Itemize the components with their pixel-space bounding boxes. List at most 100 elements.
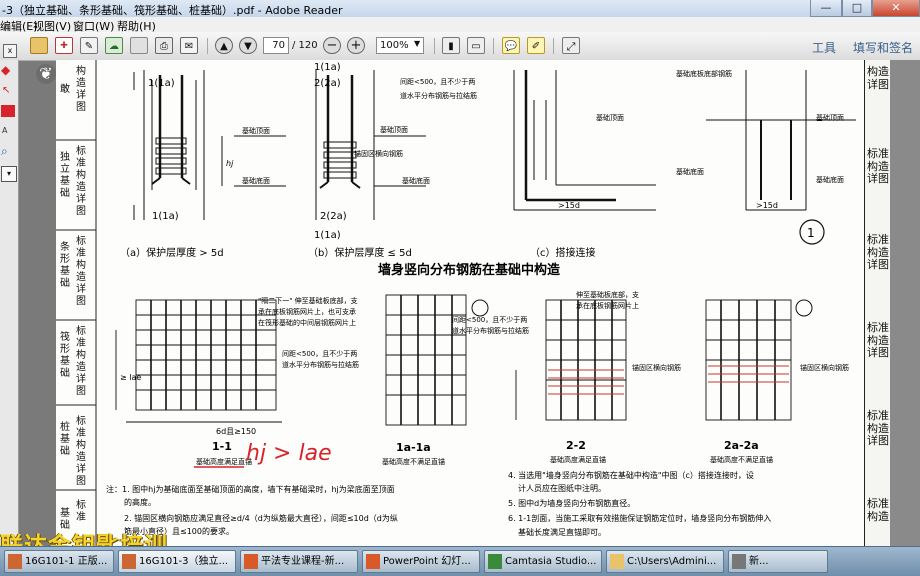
section-marker-2a xyxy=(795,299,813,317)
label-hj-a: hj xyxy=(226,159,234,168)
anchor-label-2a: 锚固区横向钢筋 xyxy=(800,363,849,372)
left-nav-panel: x ◆ ↖ A ⌕ ▾ xyxy=(0,44,19,546)
label-b-top1: 1(1a) xyxy=(314,62,341,73)
label-base-top-c2: 基础顶面 xyxy=(816,113,844,122)
spacing-a-2: 道水平分布钢筋与拉结筋 xyxy=(282,360,359,369)
note-left-0: 注：1. 图中hj为基础底面至基础顶面的高度，墙下有基础梁时，hj为梁底面至顶面 xyxy=(106,484,395,494)
minimize-button[interactable]: — xyxy=(810,0,842,17)
zoom-out-icon[interactable]: − xyxy=(323,37,341,54)
color-swatch-icon[interactable] xyxy=(1,105,15,117)
prev-page-icon[interactable]: ▲ xyxy=(215,37,233,54)
maximize-button[interactable]: □ xyxy=(842,0,872,17)
powerpoint-icon xyxy=(366,554,380,569)
tools-button[interactable]: 工具 xyxy=(812,39,836,56)
label-b-bottom2: 1(1a) xyxy=(314,230,341,241)
circle-marker-num: 1 xyxy=(807,226,815,240)
email-icon[interactable]: ✉ xyxy=(180,37,198,54)
menu-bar: 编辑(E) 视图(V) 窗口(W) 帮助(H) xyxy=(0,17,920,33)
dropdown-icon[interactable]: ▾ xyxy=(1,166,17,182)
section-title: 墙身竖向分布钢筋在基础中构造 xyxy=(378,262,561,278)
window-titlebar: -3（独立基础、条形基础、筏形基础、桩基础）.pdf - Adobe Reade… xyxy=(0,0,920,18)
dim-6d: 6d且≥150 xyxy=(216,427,256,436)
pdf-icon xyxy=(8,554,22,569)
glodon-logo-icon: ❦ xyxy=(36,64,56,84)
page-tab-3: 标准构造详图 xyxy=(76,326,86,397)
fit-width-icon[interactable]: ▭ xyxy=(467,37,485,54)
task-label-5: C:\Users\Admini... xyxy=(627,556,717,567)
note-right-4: 基础长度满足直锚即可。 xyxy=(518,527,606,537)
close-panel-icon[interactable]: x xyxy=(3,44,17,58)
right-tab-0: 构造详图 xyxy=(867,65,889,91)
caption-2a-2a-sub: 基础高度不满足直锚 xyxy=(710,455,773,464)
note-right-1: 计人员应在图纸中注明。 xyxy=(518,483,606,493)
label-spacing-top-2: 道水平分布钢筋与拉结筋 xyxy=(400,91,477,100)
note-left-1: 的高度。 xyxy=(124,497,156,507)
task-label-2: 平法专业课程-新... xyxy=(261,556,345,567)
print-icon[interactable]: ⎙ xyxy=(155,37,173,54)
toolbar-separator xyxy=(207,38,208,54)
label-base-top-b: 基础顶面 xyxy=(380,125,408,134)
note-a-1: "隔二下一" 伸至基础板底部，支 xyxy=(258,296,358,305)
right-tab-1: 标准构造详图 xyxy=(867,147,889,185)
next-page-icon[interactable]: ▼ xyxy=(239,37,257,54)
caption-2-2-sub: 基础高度满足直锚 xyxy=(550,455,606,464)
spacing-a-1: 间距<500，且不少于两 xyxy=(282,350,357,358)
comment-icon[interactable]: 💬 xyxy=(502,37,520,54)
save-icon[interactable] xyxy=(130,37,148,54)
label-spacing-top-1: 间距<500，且不少于两 xyxy=(400,78,475,86)
label-a-section-bottom: 1(1a) xyxy=(152,211,179,222)
close-button[interactable]: ✕ xyxy=(872,0,920,17)
section-1a-1a xyxy=(385,294,467,426)
task-item-0[interactable]: 16G101-1 正版... xyxy=(4,550,114,573)
note-c-1: 伸至基础板底部，支 xyxy=(576,290,639,299)
create-pdf-icon[interactable]: ✚ xyxy=(55,37,73,54)
window-title: -3（独立基础、条形基础、筏形基础、桩基础）.pdf - Adobe Reade… xyxy=(2,4,343,17)
note-right-2: 5. 图中d为墙身竖向分布钢筋直径。 xyxy=(508,498,635,508)
note-a-3: 在筏形基础的中间层钢筋网片上 xyxy=(258,318,356,327)
anchor-label-2: 锚固区横向钢筋 xyxy=(632,363,681,372)
note-c-2: 承在底板钢筋网片上 xyxy=(576,301,639,310)
task-label-3: PowerPoint 幻灯... xyxy=(383,556,471,567)
fullscreen-icon[interactable]: ⤢ xyxy=(562,37,580,54)
open-icon[interactable] xyxy=(30,37,48,54)
fill-sign-button[interactable]: 填写和签名 xyxy=(853,39,913,56)
label-base-bottom-b: 基础底面 xyxy=(402,176,430,185)
note-a-2: 承在底板钢筋网片上，也可支承 xyxy=(258,307,356,316)
task-item-2[interactable]: 平法专业课程-新... xyxy=(240,550,358,573)
text-tool-icon[interactable]: A xyxy=(2,126,7,135)
page-number-input[interactable]: 70 xyxy=(263,37,289,54)
caption-a: （a）保护层厚度 > 5d xyxy=(120,246,224,259)
page-right-tabs: 构造详图 标准构造详图 标准构造详图 标准构造详图 标准构造详图 标准构造 xyxy=(864,60,891,546)
caption-1a-1a: 1a-1a xyxy=(396,441,431,454)
highlight-icon[interactable]: ✐ xyxy=(527,37,545,54)
page-tab-5: 标准 xyxy=(76,500,86,523)
chevron-down-icon[interactable]: ▼ xyxy=(414,39,420,48)
right-tab-3: 标准构造详图 xyxy=(867,321,889,359)
arrow-tool-icon[interactable]: ↖ xyxy=(2,85,16,99)
paint-icon[interactable]: ◆ xyxy=(1,63,15,77)
toolbar-separator xyxy=(553,38,554,54)
label-lap: >15d xyxy=(558,201,580,210)
task-item-1[interactable]: 16G101-3（独立... xyxy=(118,550,236,573)
label-base-bottom-c: 基础底面 xyxy=(676,167,704,176)
label-b-top2: 2(2a) xyxy=(314,78,341,89)
note-left-2: 2. 锚固区横向钢筋应满足直径≥d/4（d为纵筋最大直径），间距≤10d（d为纵 xyxy=(124,513,398,523)
note-right-3: 6. 1-1剖面，当施工采取有效措施保证钢筋定位时，墙身竖向分布钢筋伸入 xyxy=(508,513,771,523)
toolbar-separator xyxy=(493,38,494,54)
fit-page-icon[interactable]: ▮ xyxy=(442,37,460,54)
task-item-3[interactable]: PowerPoint 幻灯... xyxy=(362,550,480,573)
task-item-4[interactable]: Camtasia Studio... xyxy=(484,550,602,573)
zoom-in-icon[interactable]: + xyxy=(347,37,365,54)
page-tab-4: 标准构造详图 xyxy=(76,416,86,487)
caption-2-2: 2-2 xyxy=(566,439,586,452)
label-base-plate: 基础底板底部钢筋 xyxy=(676,69,732,78)
zoom-icon[interactable]: ⌕ xyxy=(1,144,8,159)
label-lae: ≥ lae xyxy=(120,373,141,382)
edit-icon[interactable]: ✎ xyxy=(80,37,98,54)
task-label-0: 16G101-1 正版... xyxy=(25,556,108,567)
page-tab-1: 标准构造详图 xyxy=(76,146,86,217)
task-item-5[interactable]: C:\Users\Admini... xyxy=(606,550,724,573)
cloud-icon[interactable]: ☁ xyxy=(105,37,123,54)
task-item-6[interactable]: 新... xyxy=(728,550,828,573)
task-label-4: Camtasia Studio... xyxy=(505,556,597,567)
